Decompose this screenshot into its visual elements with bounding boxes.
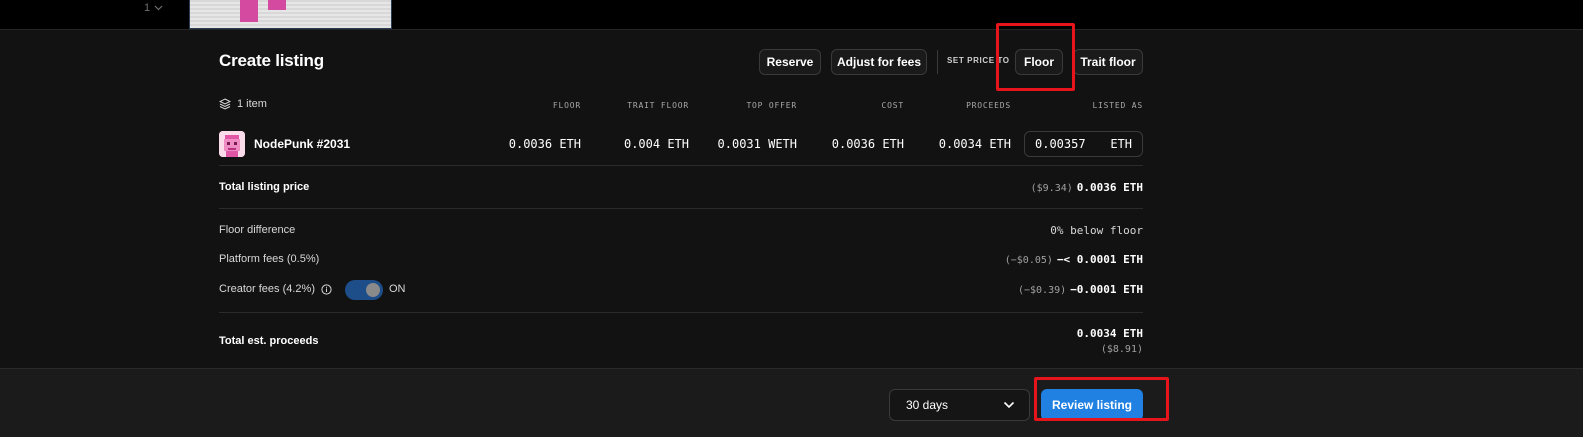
item-count-label: 1 item (237, 98, 267, 110)
highlight-box-review (1034, 377, 1169, 421)
top-bar: 1 (0, 0, 1583, 30)
platform-fees-value: (−$0.05) −< 0.0001 ETH (1005, 253, 1143, 266)
toggle-knob (366, 283, 380, 297)
layers-icon (219, 98, 231, 110)
duration-select[interactable]: 30 days (889, 389, 1030, 421)
reserve-button[interactable]: Reserve (759, 49, 821, 75)
page-title: Create listing (219, 51, 324, 70)
trait-floor-button[interactable]: Trait floor (1073, 49, 1143, 75)
trait-floor-value: 0.004 ETH (623, 137, 689, 151)
top-offer-value: 0.0031 WETH (717, 137, 797, 151)
floor-value: 0.0036 ETH (508, 137, 581, 151)
item-count: 1 item (219, 98, 267, 110)
duration-value: 30 days (906, 398, 949, 412)
divider (219, 208, 1143, 209)
total-proceeds-usd: ($8.91) (1100, 344, 1143, 355)
total-proceeds-eth: 0.0034 ETH (1076, 327, 1143, 340)
total-listing-price-label: Total listing price (219, 181, 310, 193)
platform-fees-eth: −< 0.0001 ETH (1056, 253, 1143, 266)
divider (219, 312, 1143, 313)
item-index: 1 (144, 2, 151, 14)
total-listing-price-value: ($9.34) 0.0036 ETH (1031, 181, 1143, 194)
column-cost: COST (881, 101, 904, 110)
column-listed-as: LISTED AS (1092, 101, 1143, 110)
divider (219, 165, 1143, 166)
nft-preview-image (189, 0, 392, 29)
footer-bar (0, 368, 1583, 437)
listed-price-unit: ETH (1110, 137, 1132, 151)
creator-fees-toggle-label: ON (389, 283, 406, 295)
column-top-offer: TOP OFFER (746, 101, 797, 110)
floor-difference-label: Floor difference (219, 224, 296, 236)
total-listing-price-usd: ($9.34) (1030, 183, 1073, 194)
proceeds-value: 0.0034 ETH (938, 137, 1011, 151)
item-index-selector[interactable]: 1 (144, 2, 163, 14)
highlight-box-floor (996, 23, 1075, 91)
cost-value: 0.0036 ETH (831, 137, 904, 151)
nft-name: NodePunk #2031 (254, 137, 351, 151)
info-icon[interactable] (321, 283, 332, 295)
column-proceeds: PROCEEDS (966, 101, 1011, 110)
adjust-for-fees-button[interactable]: Adjust for fees (831, 49, 927, 75)
platform-fees-label: Platform fees (0.5%) (219, 253, 320, 265)
nft-thumbnail (219, 131, 245, 157)
floor-difference-value: 0% below floor (1050, 224, 1143, 237)
toolbar-divider (937, 50, 938, 74)
creator-fees-usd: (−$0.39) (1017, 285, 1067, 296)
chevron-down-icon (154, 5, 163, 11)
creator-fees-label-group: Creator fees (4.2%) (219, 283, 332, 295)
creator-fees-label: Creator fees (4.2%) (219, 283, 315, 295)
creator-fees-value: (−$0.39) −0.0001 ETH (1018, 283, 1143, 296)
platform-fees-usd: (−$0.05) (1004, 255, 1053, 266)
column-floor: FLOOR (552, 101, 581, 110)
creator-fees-eth: −0.0001 ETH (1070, 283, 1143, 296)
total-proceeds-label: Total est. proceeds (219, 335, 319, 347)
listed-price-value: 0.00357 (1035, 137, 1086, 151)
listed-price-input[interactable]: 0.00357 ETH (1024, 131, 1143, 157)
total-listing-price-eth: 0.0036 ETH (1076, 181, 1143, 194)
chevron-down-icon (1003, 401, 1015, 409)
creator-fees-toggle[interactable] (345, 280, 383, 300)
column-trait-floor: TRAIT FLOOR (627, 101, 689, 110)
